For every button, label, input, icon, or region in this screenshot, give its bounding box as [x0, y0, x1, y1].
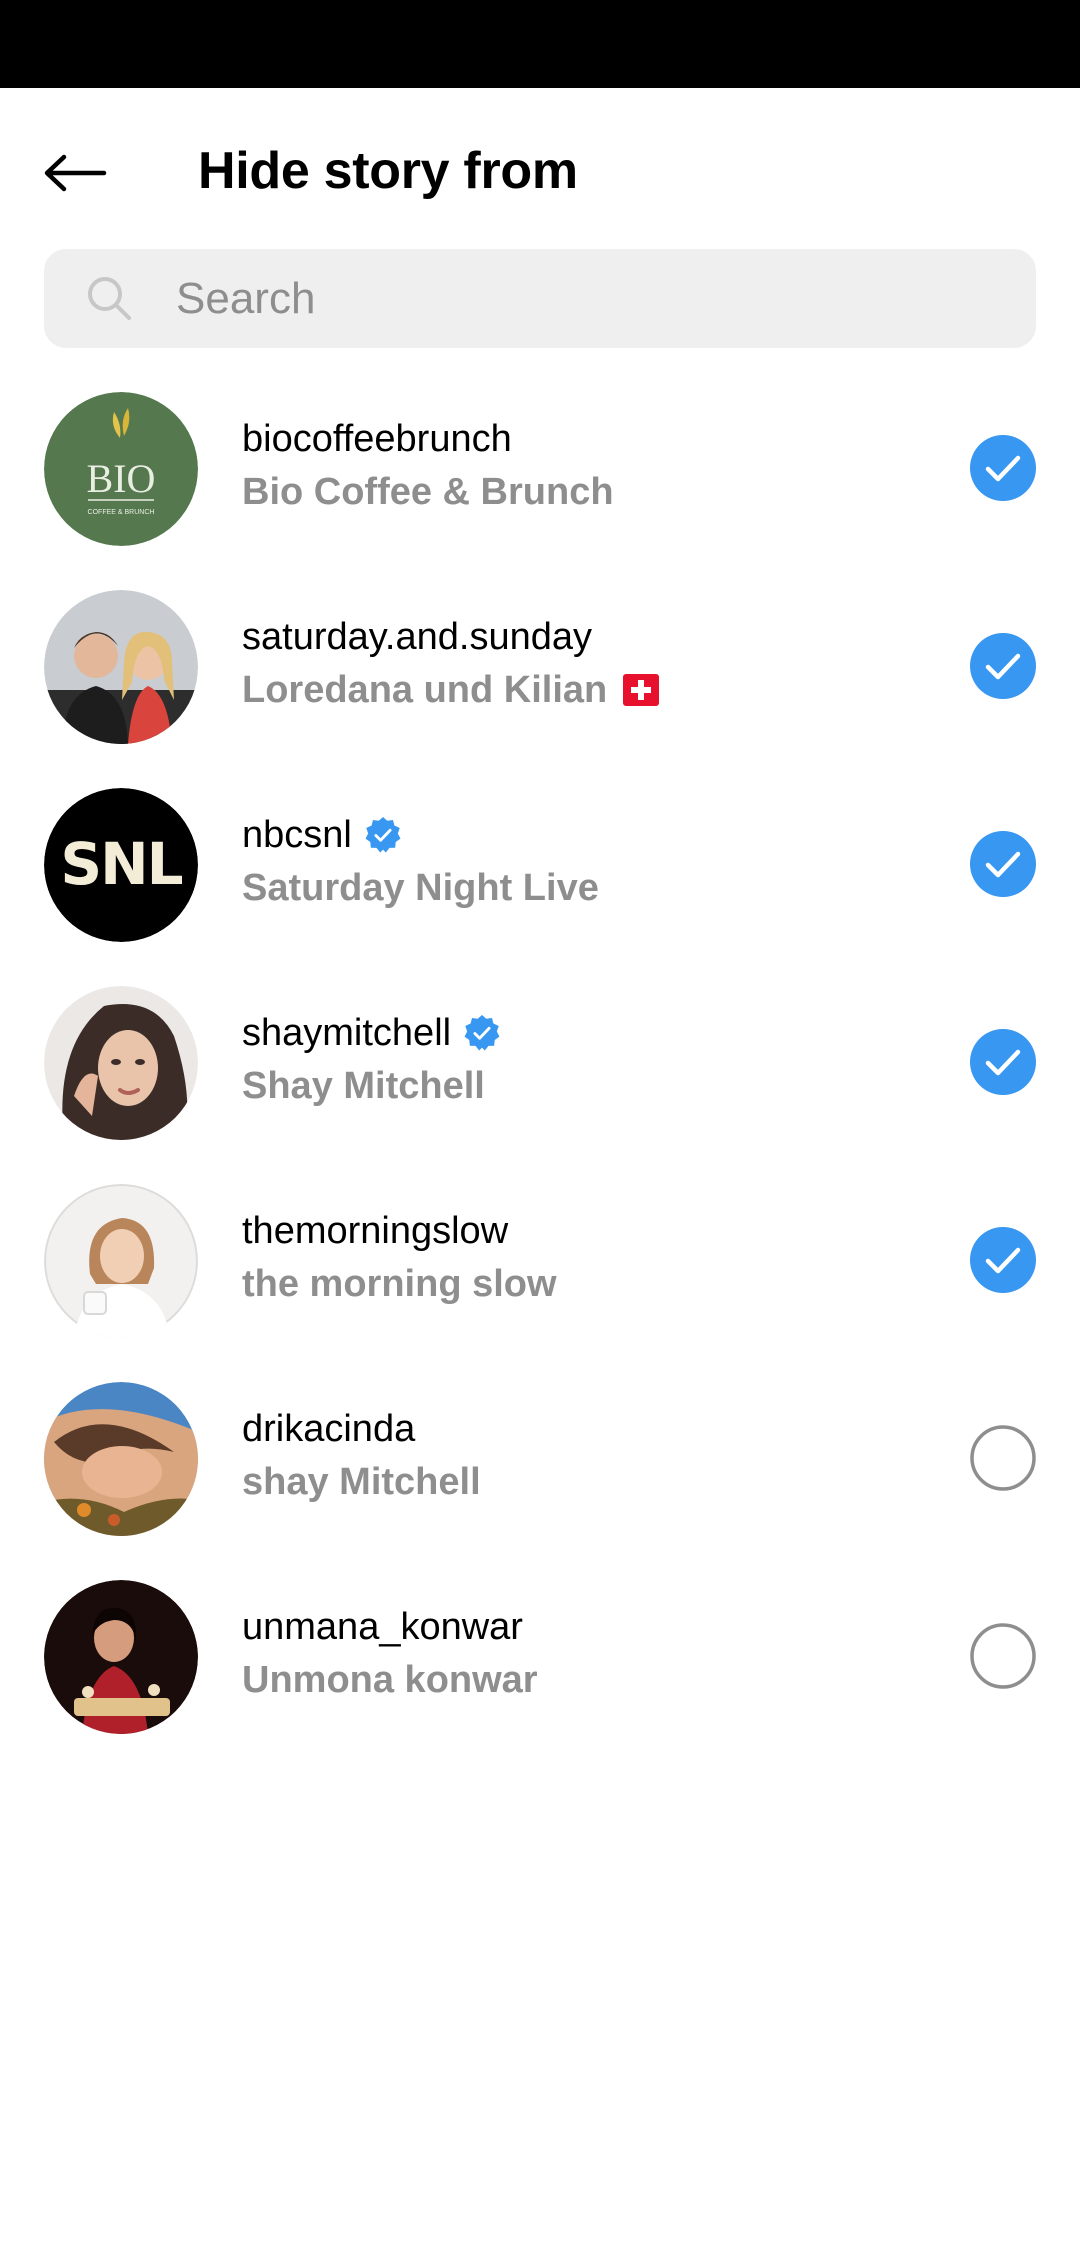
- account-row-drikacinda[interactable]: drikacinda shay Mitchell: [0, 1373, 1080, 1571]
- avatar-logo-subtext: COFFEE & BRUNCH: [88, 509, 155, 516]
- username: nbcsnl: [242, 811, 922, 859]
- account-row-themorningslow[interactable]: themorningslow the morning slow: [0, 1175, 1080, 1373]
- verified-badge-icon: [365, 816, 401, 853]
- back-arrow-icon: [44, 154, 107, 192]
- avatar-logo-text: SNL: [60, 830, 182, 898]
- full-name: the morning slow: [242, 1259, 922, 1309]
- full-name: Loredana und Kilian: [242, 665, 922, 715]
- checked-checkbox-icon[interactable]: [970, 1029, 1036, 1095]
- username: themorningslow: [242, 1207, 922, 1255]
- full-name-text: Loredana und Kilian: [242, 669, 608, 711]
- full-name-text: Bio Coffee & Brunch: [242, 471, 614, 513]
- account-row-biocoffeebrunch[interactable]: BIO COFFEE & BRUNCH biocoffeebrunch Bio …: [0, 383, 1080, 581]
- checked-checkbox-icon[interactable]: [970, 1227, 1036, 1293]
- username-text: themorningslow: [242, 1210, 509, 1252]
- full-name-text: the morning slow: [242, 1263, 557, 1305]
- username: shaymitchell: [242, 1009, 922, 1057]
- username-text: saturday.and.sunday: [242, 616, 592, 658]
- avatar-logo-text: BIO: [87, 456, 156, 501]
- page-title: Hide story from: [198, 142, 578, 200]
- username: drikacinda: [242, 1405, 922, 1453]
- username-text: shaymitchell: [242, 1012, 452, 1054]
- full-name: shay Mitchell: [242, 1457, 922, 1507]
- search-box[interactable]: [44, 249, 1036, 348]
- checked-checkbox-icon[interactable]: [970, 633, 1036, 699]
- username-text: drikacinda: [242, 1408, 416, 1450]
- username-text: unmana_konwar: [242, 1606, 523, 1648]
- avatar: [44, 590, 198, 744]
- full-name: Unmona konwar: [242, 1655, 922, 1705]
- avatar: [44, 1184, 198, 1338]
- avatar: [44, 986, 198, 1140]
- account-row-nbcsnl[interactable]: SNL nbcsnl Saturday Night Live: [0, 779, 1080, 977]
- full-name-text: Shay Mitchell: [242, 1065, 485, 1107]
- status-bar: [0, 0, 1080, 88]
- account-row-saturday-and-sunday[interactable]: saturday.and.sunday Loredana und Kilian: [0, 581, 1080, 779]
- search-icon: [88, 277, 131, 320]
- checked-checkbox-icon[interactable]: [970, 831, 1036, 897]
- username-text: nbcsnl: [242, 814, 352, 856]
- full-name-text: shay Mitchell: [242, 1461, 481, 1503]
- full-name: Shay Mitchell: [242, 1061, 922, 1111]
- full-name: Bio Coffee & Brunch: [242, 467, 922, 517]
- full-name: Saturday Night Live: [242, 863, 922, 913]
- username: unmana_konwar: [242, 1603, 922, 1651]
- account-row-unmana-konwar[interactable]: unmana_konwar Unmona konwar: [0, 1571, 1080, 1769]
- verified-badge-icon: [464, 1014, 500, 1051]
- avatar: SNL: [44, 788, 198, 942]
- username: biocoffeebrunch: [242, 415, 922, 463]
- avatar: BIO COFFEE & BRUNCH: [44, 392, 198, 546]
- unchecked-checkbox-icon[interactable]: [970, 1623, 1036, 1689]
- header: Hide story from: [0, 88, 1080, 248]
- unchecked-checkbox-icon[interactable]: [970, 1425, 1036, 1491]
- avatar: [44, 1580, 198, 1734]
- back-button[interactable]: [30, 128, 120, 218]
- avatar: [44, 1382, 198, 1536]
- full-name-text: Unmona konwar: [242, 1659, 538, 1701]
- swiss-flag-icon: [623, 674, 660, 706]
- search-input[interactable]: [176, 249, 996, 348]
- checked-checkbox-icon[interactable]: [970, 435, 1036, 501]
- username-text: biocoffeebrunch: [242, 418, 512, 460]
- username: saturday.and.sunday: [242, 613, 922, 661]
- account-row-shaymitchell[interactable]: shaymitchell Shay Mitchell: [0, 977, 1080, 1175]
- full-name-text: Saturday Night Live: [242, 867, 599, 909]
